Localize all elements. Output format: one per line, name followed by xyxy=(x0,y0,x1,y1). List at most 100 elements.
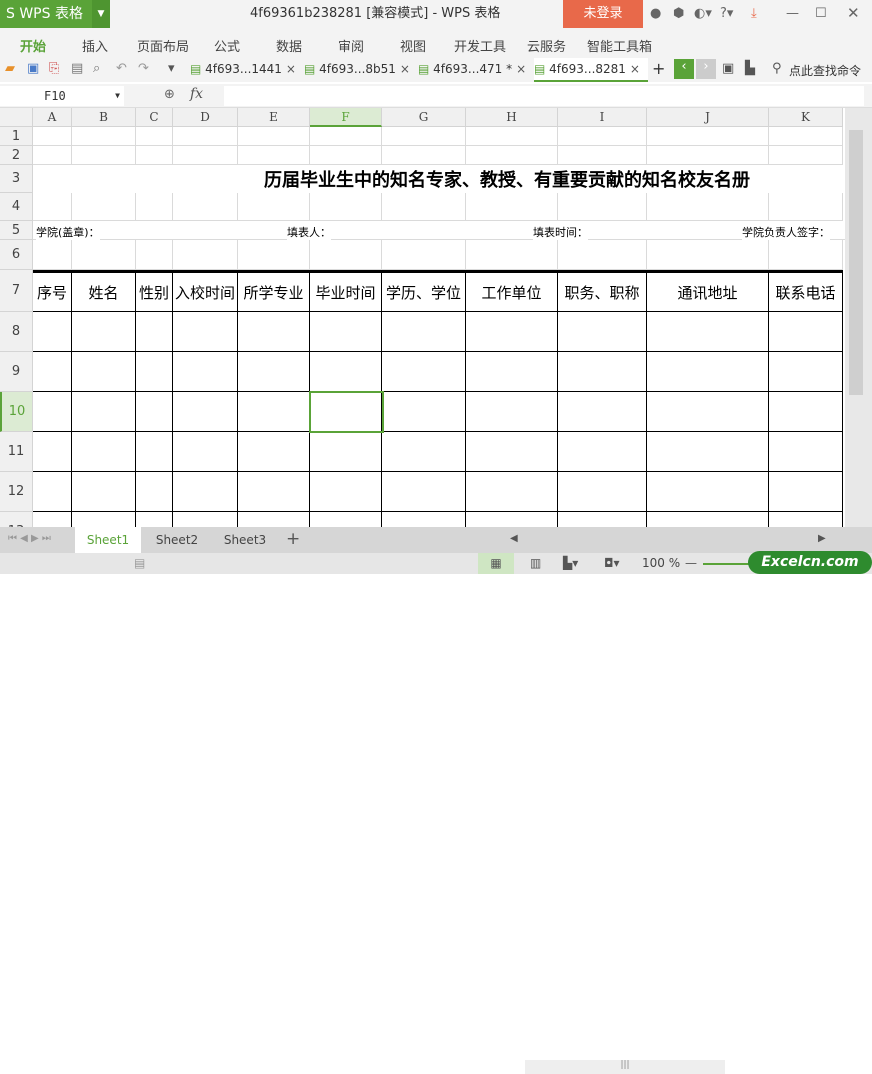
cell-C11[interactable] xyxy=(136,432,173,472)
cell-H9[interactable] xyxy=(466,352,558,392)
cell-H13[interactable] xyxy=(466,512,558,527)
cell-K8[interactable] xyxy=(769,312,843,352)
zoom-level[interactable]: 100 % xyxy=(642,556,680,570)
cell-J7[interactable]: 通讯地址 xyxy=(647,270,769,312)
command-search[interactable]: 点此查找命令 xyxy=(789,62,861,79)
column-header-E[interactable]: E xyxy=(238,108,310,127)
cell-A6[interactable] xyxy=(33,240,72,270)
cell-A2[interactable] xyxy=(33,146,72,165)
cell-F1[interactable] xyxy=(310,127,382,146)
menu-tab-3[interactable]: 公式 xyxy=(214,36,240,55)
cell-J13[interactable] xyxy=(647,512,769,527)
layout-icon[interactable]: ▙▾ xyxy=(563,556,578,570)
cell-K1[interactable] xyxy=(769,127,843,146)
chevron-right-icon[interactable]: › xyxy=(696,59,716,79)
row-header-10[interactable]: 10 xyxy=(0,392,33,432)
column-header-D[interactable]: D xyxy=(173,108,238,127)
cell-B10[interactable] xyxy=(72,392,136,432)
cell-D11[interactable] xyxy=(173,432,238,472)
cell-I11[interactable] xyxy=(558,432,647,472)
document-tab[interactable]: ▤ 4f693...8b51 × xyxy=(304,58,418,82)
menu-tab-2[interactable]: 页面布局 xyxy=(137,36,189,55)
minimize-icon[interactable]: — xyxy=(786,6,799,21)
help-icon[interactable]: ?▾ xyxy=(720,6,733,21)
cell-I7[interactable]: 职务、职称 xyxy=(558,270,647,312)
cell-B8[interactable] xyxy=(72,312,136,352)
cell-I10[interactable] xyxy=(558,392,647,432)
cell-J4[interactable] xyxy=(647,193,769,221)
cell-D7[interactable]: 入校时间 xyxy=(173,270,238,312)
horizontal-scrollbar[interactable]: ||| xyxy=(525,1060,725,1074)
tab-menu-icon[interactable]: ▙ xyxy=(745,61,755,76)
row-header-6[interactable]: 6 xyxy=(0,240,33,270)
normal-view-icon[interactable]: ▦ xyxy=(478,553,514,574)
cell-F13[interactable] xyxy=(310,512,382,527)
cell-C10[interactable] xyxy=(136,392,173,432)
select-all-corner[interactable] xyxy=(0,108,33,127)
cell-A7[interactable]: 序号 xyxy=(33,270,72,312)
column-header-A[interactable]: A xyxy=(33,108,72,127)
app-menu-button[interactable]: S WPS 表格 ▼ xyxy=(0,0,110,28)
cell-G2[interactable] xyxy=(382,146,466,165)
cell-E2[interactable] xyxy=(238,146,310,165)
cell-A12[interactable] xyxy=(33,472,72,512)
new-tab-icon[interactable]: + xyxy=(652,59,665,78)
column-header-F[interactable]: F xyxy=(310,108,382,127)
chevron-down-icon[interactable]: ▼ xyxy=(92,0,110,28)
menu-tab-0[interactable]: 开始 xyxy=(20,36,46,55)
close-icon[interactable]: ✕ xyxy=(847,4,860,22)
cell-C7[interactable]: 性别 xyxy=(136,270,173,312)
chevron-left-icon[interactable]: ‹ xyxy=(674,59,694,79)
present-icon[interactable]: ▣ xyxy=(722,61,734,76)
cell-E6[interactable] xyxy=(238,240,310,270)
menu-tab-9[interactable]: 智能工具箱 xyxy=(587,36,652,55)
cell-K12[interactable] xyxy=(769,472,843,512)
cell-H10[interactable] xyxy=(466,392,558,432)
cell-C13[interactable] xyxy=(136,512,173,527)
cell-J1[interactable] xyxy=(647,127,769,146)
cell-C4[interactable] xyxy=(136,193,173,221)
row-header-7[interactable]: 7 xyxy=(0,270,33,312)
formula-input[interactable] xyxy=(224,86,864,106)
spreadsheet-grid[interactable]: A B C D E F G H I J K 1 2 3 4 5 6 7 序号 姓名 性别 入校时间 所学专业 毕业时间 学历、学… xyxy=(0,108,845,527)
cell-A10[interactable] xyxy=(33,392,72,432)
cell-G10[interactable] xyxy=(382,392,466,432)
cell-A11[interactable] xyxy=(33,432,72,472)
cell-E10[interactable] xyxy=(238,392,310,432)
column-header-B[interactable]: B xyxy=(72,108,136,127)
cell-D2[interactable] xyxy=(173,146,238,165)
close-tab-icon[interactable]: × xyxy=(400,62,410,76)
cell-E7[interactable]: 所学专业 xyxy=(238,270,310,312)
cell-I2[interactable] xyxy=(558,146,647,165)
cell-B4[interactable] xyxy=(72,193,136,221)
cell-D13[interactable] xyxy=(173,512,238,527)
row-header-2[interactable]: 2 xyxy=(0,146,33,165)
cell-C6[interactable] xyxy=(136,240,173,270)
document-tab[interactable]: ▤ 4f693...8281 × xyxy=(534,58,648,82)
cell-G4[interactable] xyxy=(382,193,466,221)
cell-J12[interactable] xyxy=(647,472,769,512)
row-header-5[interactable]: 5 xyxy=(0,221,33,240)
cell-B11[interactable] xyxy=(72,432,136,472)
cell-E4[interactable] xyxy=(238,193,310,221)
cell-J6[interactable] xyxy=(647,240,769,270)
cell-K2[interactable] xyxy=(769,146,843,165)
cell-F6[interactable] xyxy=(310,240,382,270)
cell-E13[interactable] xyxy=(238,512,310,527)
cell-E9[interactable] xyxy=(238,352,310,392)
cell-G8[interactable] xyxy=(382,312,466,352)
row-header-12[interactable]: 12 xyxy=(0,472,33,512)
row-header-3[interactable]: 3 xyxy=(0,165,33,193)
row-header-8[interactable]: 8 xyxy=(0,312,33,352)
undo-icon[interactable]: ↶ xyxy=(116,61,127,76)
eye-protect-icon[interactable]: ◘▾ xyxy=(604,556,620,570)
print-icon[interactable]: ▤ xyxy=(71,61,83,76)
selected-cell-F10[interactable] xyxy=(309,391,384,433)
cell-B1[interactable] xyxy=(72,127,136,146)
cell-G7[interactable]: 学历、学位 xyxy=(382,270,466,312)
cell-I12[interactable] xyxy=(558,472,647,512)
cell-A9[interactable] xyxy=(33,352,72,392)
cell-F7[interactable]: 毕业时间 xyxy=(310,270,382,312)
document-tab[interactable]: ▤ 4f693...471 * × xyxy=(418,58,532,82)
cell-K13[interactable] xyxy=(769,512,843,527)
